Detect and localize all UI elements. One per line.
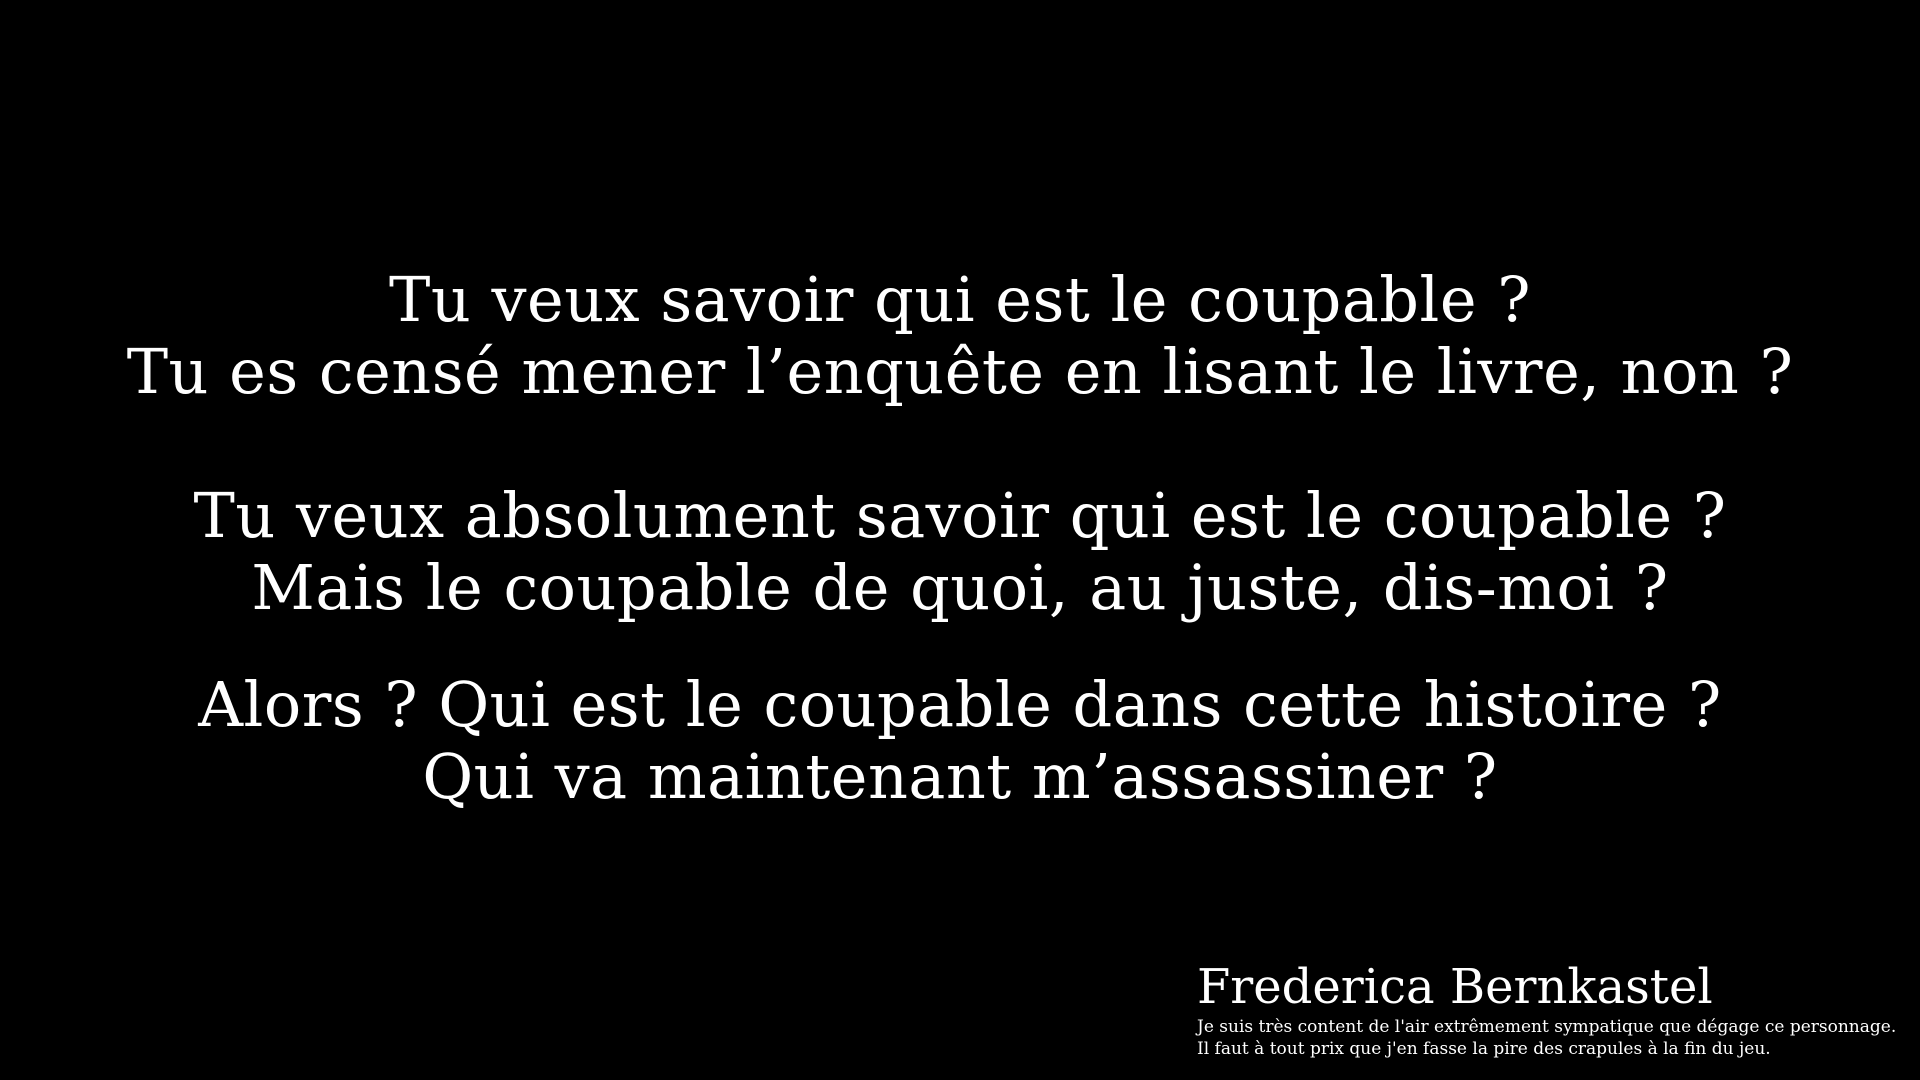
game-screen[interactable]: Tu veux savoir qui est le coupable ? Tu … [0,0,1920,1080]
dialogue-line: Tu veux absolument savoir qui est le cou… [193,479,1727,552]
character-name: Frederica Bernkastel [1197,959,1713,1015]
character-description-line: Il faut à tout prix que j'en fasse la pi… [1197,1039,1771,1059]
character-description-line: Je suis très content de l'air extrêmemen… [1197,1017,1897,1037]
character-profile: Frederica Bernkastel Je suis très conten… [1197,958,1907,1060]
dialogue-line: Tu es censé mener l’enquête en lisant le… [126,335,1794,408]
dialogue-block-3: Alors ? Qui est le coupable dans cette h… [0,669,1920,813]
dialogue-line: Mais le coupable de quoi, au juste, dis-… [251,551,1669,624]
dialogue-line: Alors ? Qui est le coupable dans cette h… [198,668,1722,741]
dialogue-line: Tu veux savoir qui est le coupable ? [389,263,1531,336]
dialogue-line: Qui va maintenant m’assassiner ? [422,740,1498,813]
dialogue-block-1: Tu veux savoir qui est le coupable ? Tu … [0,264,1920,408]
dialogue-block-2: Tu veux absolument savoir qui est le cou… [0,480,1920,624]
